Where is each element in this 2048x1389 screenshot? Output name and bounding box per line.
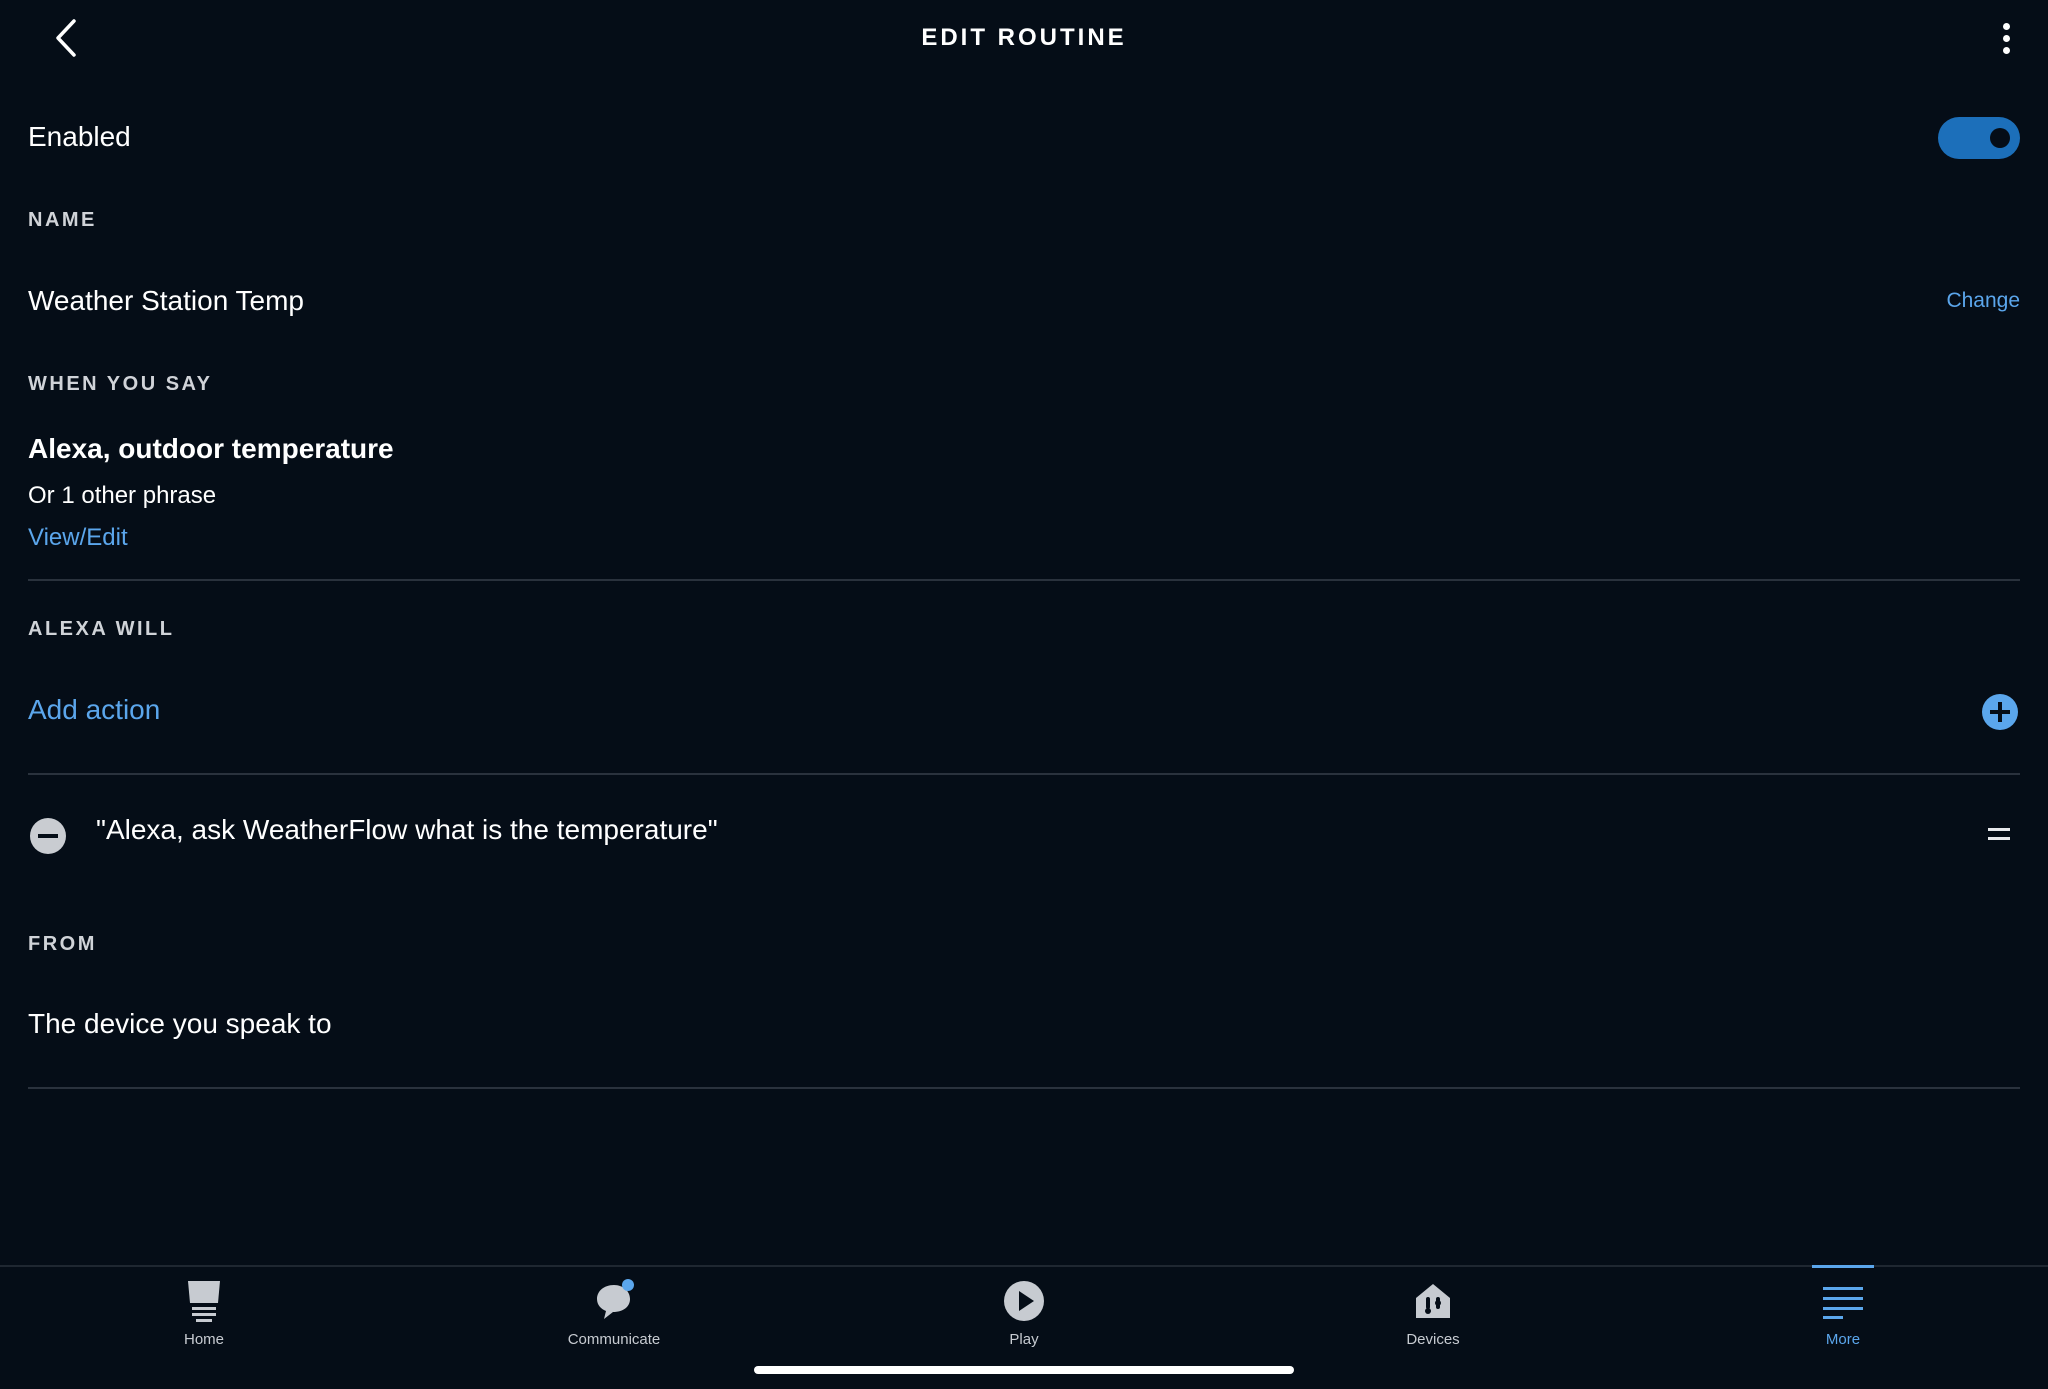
add-action-link[interactable]: Add action bbox=[28, 694, 160, 726]
dot bbox=[2002, 46, 2010, 54]
trigger-phrase: Alexa, outdoor temperature bbox=[28, 433, 394, 464]
nav-play-label: Play bbox=[1009, 1331, 1039, 1348]
play-icon bbox=[1002, 1279, 1046, 1323]
nav-communicate-label: Communicate bbox=[567, 1331, 661, 1348]
nav-more-label: More bbox=[1825, 1331, 1861, 1348]
notification-dot bbox=[622, 1279, 634, 1291]
home-indicator[interactable] bbox=[754, 1366, 1294, 1374]
toggle-knob bbox=[1990, 128, 2010, 148]
change-name-link[interactable]: Change bbox=[1946, 289, 2020, 313]
remove-action-button[interactable] bbox=[30, 818, 66, 854]
edit-routine-screen: EDIT ROUTINE Enabled NAME Weather Statio… bbox=[0, 0, 2048, 1389]
routine-name: Weather Station Temp bbox=[28, 285, 305, 316]
menu-lines-icon bbox=[1821, 1279, 1865, 1323]
other-phrase-count: Or 1 other phrase bbox=[28, 482, 217, 509]
handle-line bbox=[1988, 828, 2010, 831]
from-label: FROM bbox=[28, 933, 97, 955]
nav-play[interactable]: Play bbox=[934, 1267, 1114, 1367]
page-title: EDIT ROUTINE bbox=[921, 24, 1127, 51]
alexa-will-label: ALEXA WILL bbox=[28, 618, 175, 640]
nav-home[interactable]: Home bbox=[114, 1267, 294, 1367]
chat-bubble-icon bbox=[592, 1279, 636, 1323]
add-action-plus-icon[interactable] bbox=[1982, 694, 2018, 730]
name-section-label: NAME bbox=[28, 209, 97, 231]
nav-devices[interactable]: Devices bbox=[1343, 1267, 1523, 1367]
reorder-handle-icon[interactable] bbox=[1988, 828, 2010, 842]
dot bbox=[2002, 34, 2010, 42]
dot bbox=[2002, 22, 2010, 30]
from-device: The device you speak to bbox=[28, 1008, 332, 1039]
header-bar: EDIT ROUTINE bbox=[0, 0, 2048, 80]
divider bbox=[28, 1087, 2020, 1089]
handle-line bbox=[1988, 837, 2010, 840]
devices-house-icon bbox=[1411, 1279, 1455, 1323]
divider bbox=[28, 579, 2020, 581]
enabled-label: Enabled bbox=[28, 121, 131, 152]
nav-more[interactable]: More bbox=[1753, 1267, 1933, 1367]
home-icon bbox=[182, 1279, 226, 1323]
nav-home-label: Home bbox=[183, 1331, 224, 1348]
more-options-button[interactable] bbox=[1994, 16, 2018, 60]
enabled-toggle[interactable] bbox=[1938, 117, 2020, 159]
when-you-say-label: WHEN YOU SAY bbox=[28, 373, 213, 395]
view-edit-link[interactable]: View/Edit bbox=[28, 524, 128, 552]
divider bbox=[28, 773, 2020, 775]
action-text: "Alexa, ask WeatherFlow what is the temp… bbox=[96, 814, 718, 845]
nav-communicate[interactable]: Communicate bbox=[524, 1267, 704, 1367]
nav-devices-label: Devices bbox=[1406, 1331, 1460, 1348]
